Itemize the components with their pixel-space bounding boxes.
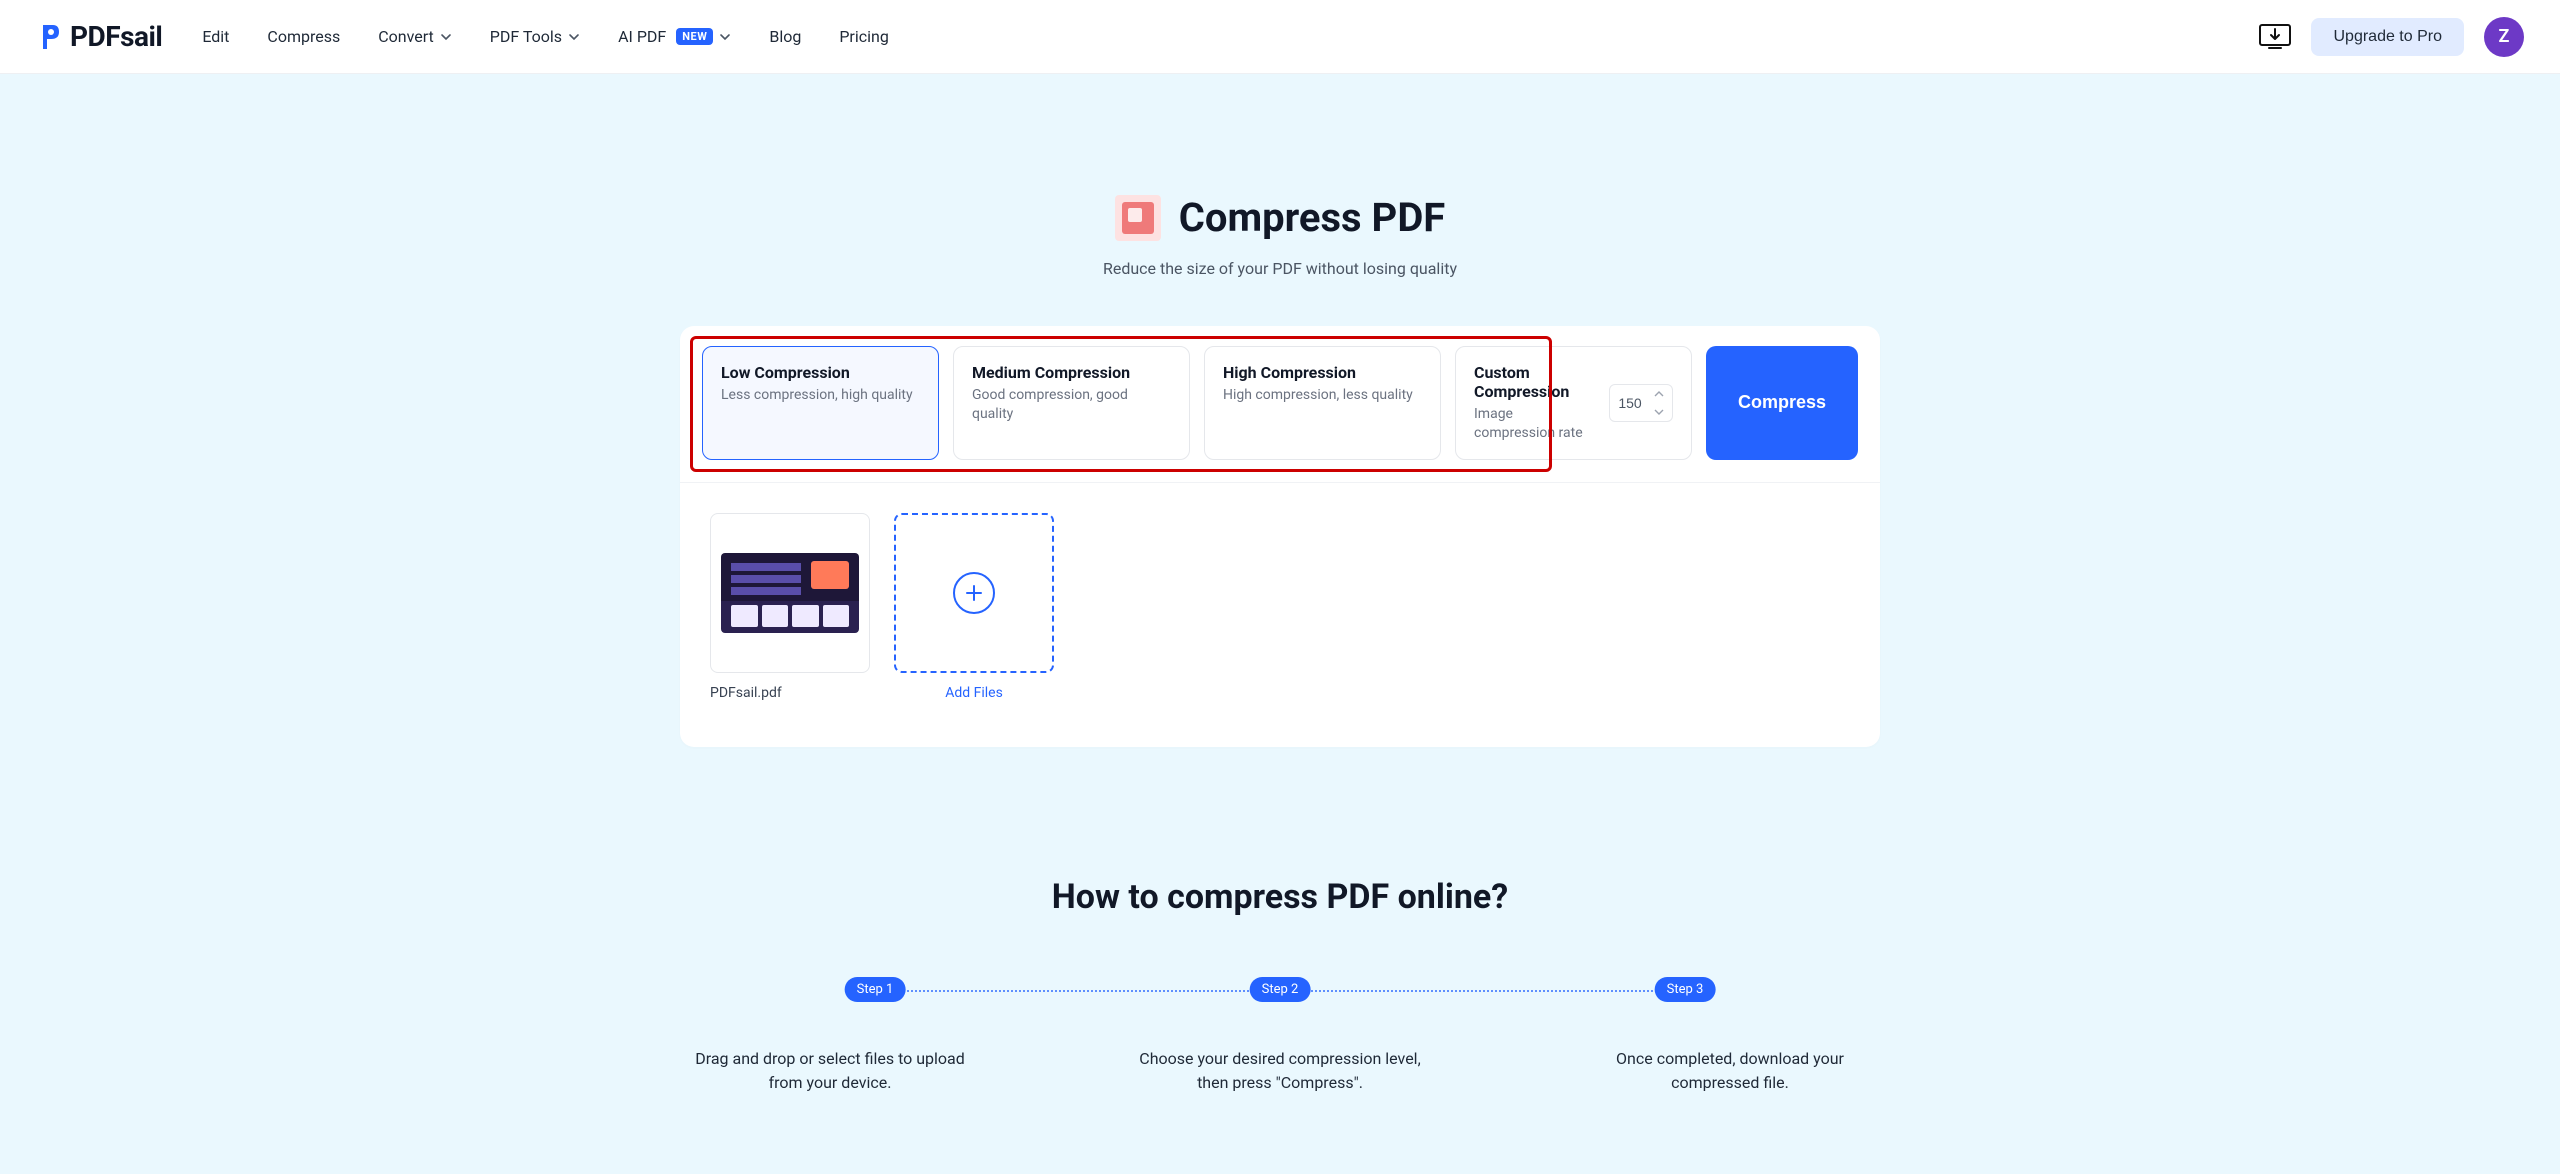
nav-convert-label: Convert xyxy=(378,27,434,46)
chevron-down-icon xyxy=(568,31,580,43)
nav-compress[interactable]: Compress xyxy=(267,27,340,46)
option-low-compression[interactable]: Low Compression Less compression, high q… xyxy=(702,346,939,460)
step-1-pill: Step 1 xyxy=(845,977,906,1002)
stepper-down-button[interactable] xyxy=(1650,403,1668,421)
option-title: Medium Compression xyxy=(972,363,1171,382)
add-files-button[interactable] xyxy=(894,513,1054,673)
chevron-down-icon xyxy=(719,31,731,43)
nav-convert[interactable]: Convert xyxy=(378,27,452,46)
option-desc: Good compression, good quality xyxy=(972,386,1171,424)
file-item[interactable]: PDFsail.pdf xyxy=(710,513,870,701)
download-desktop-icon[interactable] xyxy=(2259,24,2291,50)
nav-pricing[interactable]: Pricing xyxy=(839,27,889,46)
stepper-up-button[interactable] xyxy=(1650,385,1668,403)
how-to-title: How to compress PDF online? xyxy=(0,877,2560,917)
step-2-pill: Step 2 xyxy=(1250,977,1311,1002)
step-3-pill: Step 3 xyxy=(1655,977,1716,1002)
file-name: PDFsail.pdf xyxy=(710,685,870,701)
step-1-text: Drag and drop or select files to upload … xyxy=(680,1047,980,1095)
nav-pricing-label: Pricing xyxy=(839,27,889,46)
nav-edit-label: Edit xyxy=(202,27,229,46)
header-actions: Upgrade to Pro Z xyxy=(2259,17,2524,57)
option-custom-compression[interactable]: Custom Compression Image compression rat… xyxy=(1455,346,1692,460)
nav-edit[interactable]: Edit xyxy=(202,27,229,46)
option-desc: Image compression rate xyxy=(1474,405,1597,443)
upgrade-button[interactable]: Upgrade to Pro xyxy=(2311,18,2464,56)
steps-descriptions: Drag and drop or select files to upload … xyxy=(0,1047,2560,1095)
option-title: High Compression xyxy=(1223,363,1422,382)
option-desc: Less compression, high quality xyxy=(721,386,920,405)
brand-name: PDFsail xyxy=(70,20,162,53)
main-nav: Edit Compress Convert PDF Tools AI PDF N… xyxy=(202,27,889,46)
nav-blog[interactable]: Blog xyxy=(769,27,801,46)
nav-pdf-tools[interactable]: PDF Tools xyxy=(490,27,580,46)
nav-pdf-tools-label: PDF Tools xyxy=(490,27,562,46)
how-to-section: How to compress PDF online? Step 1 Step … xyxy=(0,877,2560,1095)
compress-pdf-icon xyxy=(1115,195,1161,241)
nav-ai-pdf[interactable]: AI PDF NEW xyxy=(618,27,731,46)
avatar-initial: Z xyxy=(2499,26,2510,47)
page-subtitle: Reduce the size of your PDF without losi… xyxy=(0,259,2560,278)
chevron-up-icon xyxy=(1654,390,1664,398)
compression-options: Low Compression Less compression, high q… xyxy=(680,326,1880,483)
app-header: PDFsail Edit Compress Convert PDF Tools … xyxy=(0,0,2560,74)
new-badge: NEW xyxy=(676,28,713,45)
chevron-down-icon xyxy=(1654,408,1664,416)
files-area: PDFsail.pdf Add Files xyxy=(680,483,1880,747)
option-desc: High compression, less quality xyxy=(1223,386,1422,405)
page-body: Compress PDF Reduce the size of your PDF… xyxy=(0,74,2560,1174)
option-title: Custom Compression xyxy=(1474,363,1597,401)
brand-logo-icon xyxy=(36,23,62,51)
step-3-text: Once completed, download your compressed… xyxy=(1580,1047,1880,1095)
hero: Compress PDF Reduce the size of your PDF… xyxy=(0,194,2560,278)
nav-ai-pdf-label: AI PDF xyxy=(618,27,666,46)
option-title: Low Compression xyxy=(721,363,920,382)
steps-timeline: Step 1 Step 2 Step 3 xyxy=(830,977,1730,1005)
brand-logo[interactable]: PDFsail xyxy=(36,20,162,53)
chevron-down-icon xyxy=(440,31,452,43)
nav-blog-label: Blog xyxy=(769,27,801,46)
compression-rate-stepper[interactable] xyxy=(1609,384,1673,422)
option-high-compression[interactable]: High Compression High compression, less … xyxy=(1204,346,1441,460)
compress-card: Low Compression Less compression, high q… xyxy=(680,326,1880,747)
page-title: Compress PDF xyxy=(1179,194,1446,241)
compress-button[interactable]: Compress xyxy=(1706,346,1858,460)
option-medium-compression[interactable]: Medium Compression Good compression, goo… xyxy=(953,346,1190,460)
add-files-wrapper: Add Files xyxy=(894,513,1054,701)
file-thumbnail xyxy=(710,513,870,673)
plus-icon xyxy=(953,572,995,614)
nav-compress-label: Compress xyxy=(267,27,340,46)
add-files-label: Add Files xyxy=(894,685,1054,701)
user-avatar[interactable]: Z xyxy=(2484,17,2524,57)
step-2-text: Choose your desired compression level, t… xyxy=(1130,1047,1430,1095)
compression-rate-input[interactable] xyxy=(1610,395,1650,411)
